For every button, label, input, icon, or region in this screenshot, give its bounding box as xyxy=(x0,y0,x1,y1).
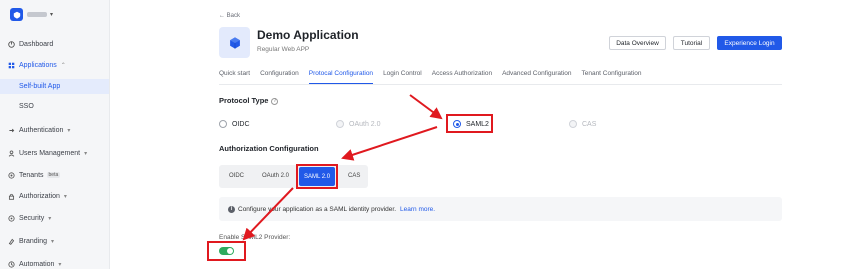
arrow-to-saml-segment xyxy=(341,126,438,161)
arrow-to-enable-toggle xyxy=(242,187,294,241)
arrow-to-saml2-radio xyxy=(409,94,443,120)
annotation-arrows xyxy=(242,94,443,241)
